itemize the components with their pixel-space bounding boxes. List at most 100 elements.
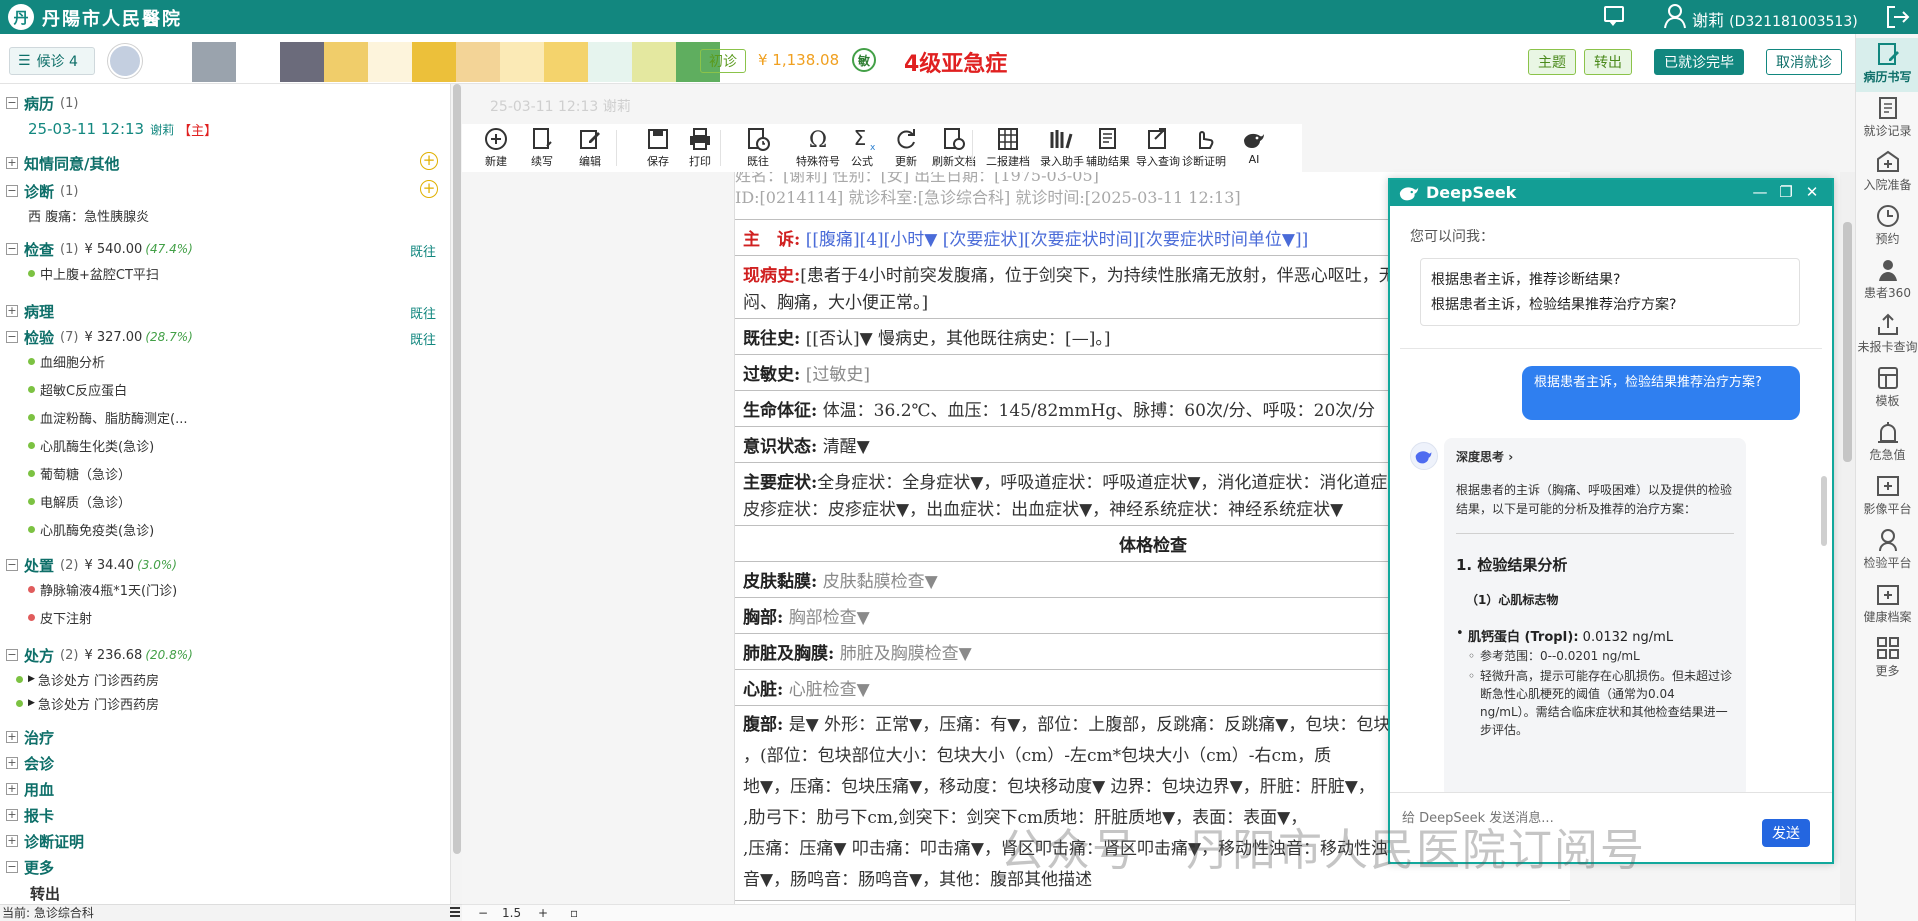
send-button[interactable]: 发送 bbox=[1762, 819, 1810, 847]
transfer-out-item[interactable]: 转出 bbox=[30, 882, 60, 904]
diagnosis-section-header[interactable]: − 诊断 (1) bbox=[6, 180, 78, 202]
books-tool-button[interactable]: 录入助手 bbox=[1038, 126, 1086, 172]
row-value[interactable]: [[否认]▼ 慢病史，其他既往病史：[—]。] bbox=[806, 329, 1111, 349]
maximize-icon[interactable]: ❐ bbox=[1776, 182, 1796, 202]
prescription-section-header[interactable]: − 处方 (2) ¥ 236.68 (20.8%) bbox=[6, 644, 193, 666]
caret-right-icon[interactable]: ▶ bbox=[28, 674, 35, 684]
list-item[interactable]: 电解质（急诊） bbox=[28, 490, 131, 512]
pathology-history-link[interactable]: 既往 bbox=[410, 303, 436, 322]
sidebar-item-patient360[interactable]: 患者360 bbox=[1856, 254, 1918, 308]
expand-icon[interactable]: + bbox=[6, 835, 18, 847]
zoom-out-button[interactable]: − bbox=[478, 906, 488, 920]
row-value[interactable]: [[腹痛][4][小时▼ [次要症状][次要症状时间][次要症状时间单位▼]] bbox=[806, 230, 1309, 250]
row-value[interactable]: 胸部检查▼ bbox=[789, 608, 870, 628]
cancel-visit-button[interactable]: 取消就诊 bbox=[1766, 49, 1842, 75]
print-tool-button[interactable]: 打印 bbox=[676, 126, 724, 172]
continue-tool-button[interactable]: 续写 bbox=[518, 126, 566, 172]
zoom-in-button[interactable]: + bbox=[538, 906, 548, 920]
row-value[interactable]: 是▼ 外形：正常▼，压痛：有▼，部位：上腹部，反跳痛：反跳痛▼，包块：包块▼ bbox=[789, 715, 1404, 735]
expand-icon[interactable]: + bbox=[6, 809, 18, 821]
page-icon[interactable]: ▫ bbox=[570, 906, 578, 920]
list-item[interactable]: 皮下注射 bbox=[28, 606, 92, 628]
disposal-section-header[interactable]: − 处置 (2) ¥ 34.40 (3.0%) bbox=[6, 554, 177, 576]
save-tool-button[interactable]: 保存 bbox=[634, 126, 682, 172]
row-value[interactable]: 心脏检查▼ bbox=[789, 680, 870, 700]
expand-icon[interactable]: + bbox=[6, 157, 18, 169]
list-item[interactable]: 血细胞分析 bbox=[28, 350, 105, 372]
sidebar-item-visit-record[interactable]: 就诊记录 bbox=[1856, 92, 1918, 146]
list-item[interactable]: 心肌酶生化类(急诊) bbox=[28, 434, 154, 456]
sidebar-item-clock[interactable]: 预约 bbox=[1856, 200, 1918, 254]
topic-button[interactable]: 主题 bbox=[1528, 49, 1576, 75]
treatment-section-header[interactable]: + 治疗 bbox=[6, 726, 54, 748]
sidebar-item-record-write[interactable]: 病历书写 bbox=[1856, 38, 1918, 92]
ai-tool-button[interactable]: AI bbox=[1230, 126, 1278, 172]
finish-visit-button[interactable]: 已就诊完毕 bbox=[1654, 49, 1744, 75]
sidebar-item-alarm[interactable]: 危急值 bbox=[1856, 416, 1918, 470]
expand-icon[interactable]: + bbox=[6, 783, 18, 795]
close-icon[interactable]: ✕ bbox=[1802, 182, 1822, 202]
row-value[interactable]: [过敏史] bbox=[806, 365, 870, 385]
row-value[interactable]: 皮肤黏膜检查▼ bbox=[823, 572, 938, 592]
row-value[interactable]: 体温：36.2℃、血压：145/82mmHg、脉搏：60次/分、呼吸：20次/分 bbox=[823, 401, 1375, 421]
add-consent-icon[interactable]: + bbox=[420, 152, 438, 170]
list-item[interactable]: 静脉输液4瓶*1天(门诊) bbox=[28, 578, 177, 600]
left-panel-scrollbar[interactable] bbox=[450, 84, 462, 904]
lab-history-link[interactable]: 既往 bbox=[410, 329, 436, 348]
list-item[interactable]: 超敏C反应蛋白 bbox=[28, 378, 127, 400]
collapse-icon[interactable]: − bbox=[6, 861, 18, 873]
pathology-section-header[interactable]: + 病理 bbox=[6, 300, 54, 322]
row-value[interactable]: [患者于4小时前突发腹痛，位于剑突下，为持续性胀痛无放射，伴恶心呕吐，无胸 bbox=[800, 266, 1412, 286]
row-value[interactable]: 清醒▼ bbox=[823, 437, 870, 457]
list-item[interactable]: 中上腹+盆腔CT平扫 bbox=[28, 262, 159, 284]
menu-icon[interactable] bbox=[450, 907, 460, 917]
record-section-header[interactable]: − 病历 (1) bbox=[6, 92, 78, 114]
list-item[interactable]: 心肌酶免疫类(急诊) bbox=[28, 518, 154, 540]
record-entry[interactable]: 25-03-11 12:13 谢莉 【主】 bbox=[28, 118, 217, 140]
collapse-icon[interactable]: − bbox=[6, 97, 18, 109]
editor-scrollbar[interactable] bbox=[1840, 172, 1855, 904]
more-section-header[interactable]: − 更多 bbox=[6, 856, 54, 878]
archive-tool-button[interactable]: 二报建档 bbox=[984, 126, 1032, 172]
transfer-out-button[interactable]: 转出 bbox=[1584, 49, 1632, 75]
scroll-thumb[interactable] bbox=[453, 84, 461, 854]
consultation-section-header[interactable]: + 会诊 bbox=[6, 752, 54, 774]
refresh-doc-tool-button[interactable]: 刷新文档 bbox=[930, 126, 978, 172]
exam-history-link[interactable]: 既往 bbox=[410, 241, 436, 260]
scroll-thumb[interactable] bbox=[1821, 476, 1827, 546]
suggestion-item[interactable]: 根据患者主诉，检验结果推荐治疗方案? bbox=[1431, 293, 1789, 318]
caret-right-icon[interactable]: ▶ bbox=[28, 698, 35, 708]
sidebar-item-grid[interactable]: 更多 bbox=[1856, 632, 1918, 686]
allergy-badge[interactable]: 敏 bbox=[852, 48, 876, 72]
new-tool-button[interactable]: 新建 bbox=[472, 126, 520, 172]
row-value[interactable]: 全身症状：全身症状▼，呼吸道症状：呼吸道症状▼，消化道症状：消化道症状▼， bbox=[817, 473, 1434, 493]
omega-tool-button[interactable]: Ω 特殊符号 bbox=[794, 126, 842, 172]
sidebar-item-upload[interactable]: 未报卡查询 bbox=[1856, 308, 1918, 362]
expand-icon[interactable]: + bbox=[6, 731, 18, 743]
consent-section-header[interactable]: + 知情同意/其他 bbox=[6, 152, 119, 174]
formula-tool-button[interactable]: Σx 公式 bbox=[838, 126, 886, 172]
list-item[interactable]: ▶ 急诊处方 门诊西药房 bbox=[16, 692, 159, 714]
certificate-section-header[interactable]: + 诊断证明 bbox=[6, 830, 84, 852]
current-user[interactable]: 谢莉 (D321181003513) bbox=[1692, 7, 1858, 31]
collapse-icon[interactable]: − bbox=[6, 649, 18, 661]
collapse-icon[interactable]: − bbox=[6, 331, 18, 343]
list-item[interactable]: 血淀粉酶、脂肪酶测定(... bbox=[28, 406, 187, 428]
sidebar-item-image-platform[interactable]: 影像平台 bbox=[1856, 470, 1918, 524]
exam-section-header[interactable]: − 检查 (1) ¥ 540.00 (47.4%) bbox=[6, 238, 193, 260]
sidebar-item-health-record[interactable]: 健康档案 bbox=[1856, 578, 1918, 632]
deepseek-titlebar[interactable]: DeepSeek — ❐ ✕ bbox=[1390, 180, 1832, 206]
scroll-thumb[interactable] bbox=[1843, 222, 1852, 462]
expand-icon[interactable]: + bbox=[6, 305, 18, 317]
suggestion-item[interactable]: 根据患者主诉，推荐诊断结果? bbox=[1431, 268, 1789, 293]
record-tab[interactable]: 25-03-11 12:13 谢莉 bbox=[490, 96, 670, 120]
sidebar-item-admission[interactable]: 入院准备 bbox=[1856, 146, 1918, 200]
certificate-tool-button[interactable]: 诊断证明 bbox=[1180, 126, 1228, 172]
collapse-icon[interactable]: − bbox=[6, 185, 18, 197]
chat-scrollbar[interactable] bbox=[1820, 358, 1828, 798]
sidebar-item-template[interactable]: 模板 bbox=[1856, 362, 1918, 416]
sidebar-item-lab-platform[interactable]: 检验平台 bbox=[1856, 524, 1918, 578]
expand-icon[interactable]: + bbox=[6, 757, 18, 769]
lab-section-header[interactable]: − 检验 (7) ¥ 327.00 (28.7%) bbox=[6, 326, 193, 348]
history-tool-button[interactable]: 既往 bbox=[734, 126, 782, 172]
